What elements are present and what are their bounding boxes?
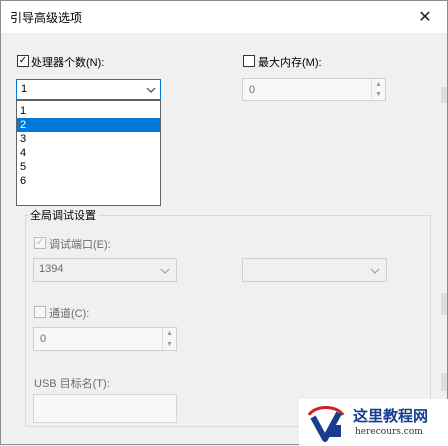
max-memory-value: 0: [249, 84, 256, 96]
channel-checkbox[interactable]: [34, 306, 46, 318]
spin-down-icon[interactable]: ▼: [372, 90, 385, 101]
list-item[interactable]: 3: [17, 132, 160, 146]
watermark-url: herecours.com: [355, 427, 423, 437]
debug-port-label: 调试端口(E):: [49, 239, 111, 251]
channel-spinbox[interactable]: 0 ▲ ▼: [33, 327, 177, 351]
chevron-down-icon: [160, 261, 170, 284]
max-memory-checkbox[interactable]: [243, 55, 255, 67]
watermark-title: 这里教程网: [353, 407, 429, 425]
max-memory-spinbox[interactable]: 0 ▲ ▼: [242, 78, 386, 101]
usb-target-input[interactable]: [33, 394, 177, 423]
scrollbar-thumb[interactable]: [441, 293, 447, 315]
debug-port-dropdown[interactable]: [242, 258, 387, 282]
close-button[interactable]: ✕: [403, 1, 447, 33]
check-icon: ✓: [18, 55, 28, 66]
title-bar: 引导高级选项 ✕: [1, 1, 447, 33]
watermark: 这里教程网 herecours.com: [299, 399, 448, 446]
channel-value: 0: [40, 333, 47, 345]
global-debug-title: 全局调试设置: [28, 207, 98, 223]
list-item[interactable]: 6: [17, 174, 160, 188]
spin-up-icon[interactable]: ▲: [372, 79, 385, 90]
channel-label: 通道(C):: [49, 308, 90, 320]
dialog-window: 引导高级选项 ✕ ✓ 处理器个数(N): 最大内存(M): 1 1 2 3 4 …: [0, 0, 448, 446]
chevron-down-icon: [370, 261, 380, 284]
window-title: 引导高级选项: [10, 11, 83, 25]
baud-rate-dropdown[interactable]: 1394: [33, 258, 177, 282]
spin-up-icon[interactable]: ▲: [163, 328, 176, 339]
debug-port-checkbox[interactable]: ✓: [34, 237, 46, 249]
scrollbar-thumb[interactable]: [441, 87, 447, 103]
usb-target-label: USB 目标名(T):: [34, 378, 110, 390]
list-item[interactable]: 5: [17, 160, 160, 174]
close-icon: ✕: [418, 9, 432, 26]
list-item[interactable]: 4: [17, 146, 160, 160]
processors-checkbox[interactable]: ✓: [17, 55, 29, 67]
max-memory-label: 最大内存(M):: [258, 57, 322, 69]
baud-rate-value: 1394: [39, 263, 64, 275]
processors-dropdown-list: 1 2 3 4 5 6: [16, 100, 161, 206]
spin-down-icon[interactable]: ▼: [163, 339, 176, 350]
watermark-logo-icon: [307, 406, 345, 442]
processors-combobox[interactable]: 1: [16, 79, 161, 100]
list-item-selected[interactable]: 2: [17, 118, 160, 132]
processors-label: 处理器个数(N):: [31, 57, 105, 69]
list-item[interactable]: 1: [17, 104, 160, 118]
check-icon: ✓: [35, 237, 45, 248]
scrollbar-thumb[interactable]: [441, 373, 447, 391]
processors-selected-value: 1: [21, 83, 28, 95]
